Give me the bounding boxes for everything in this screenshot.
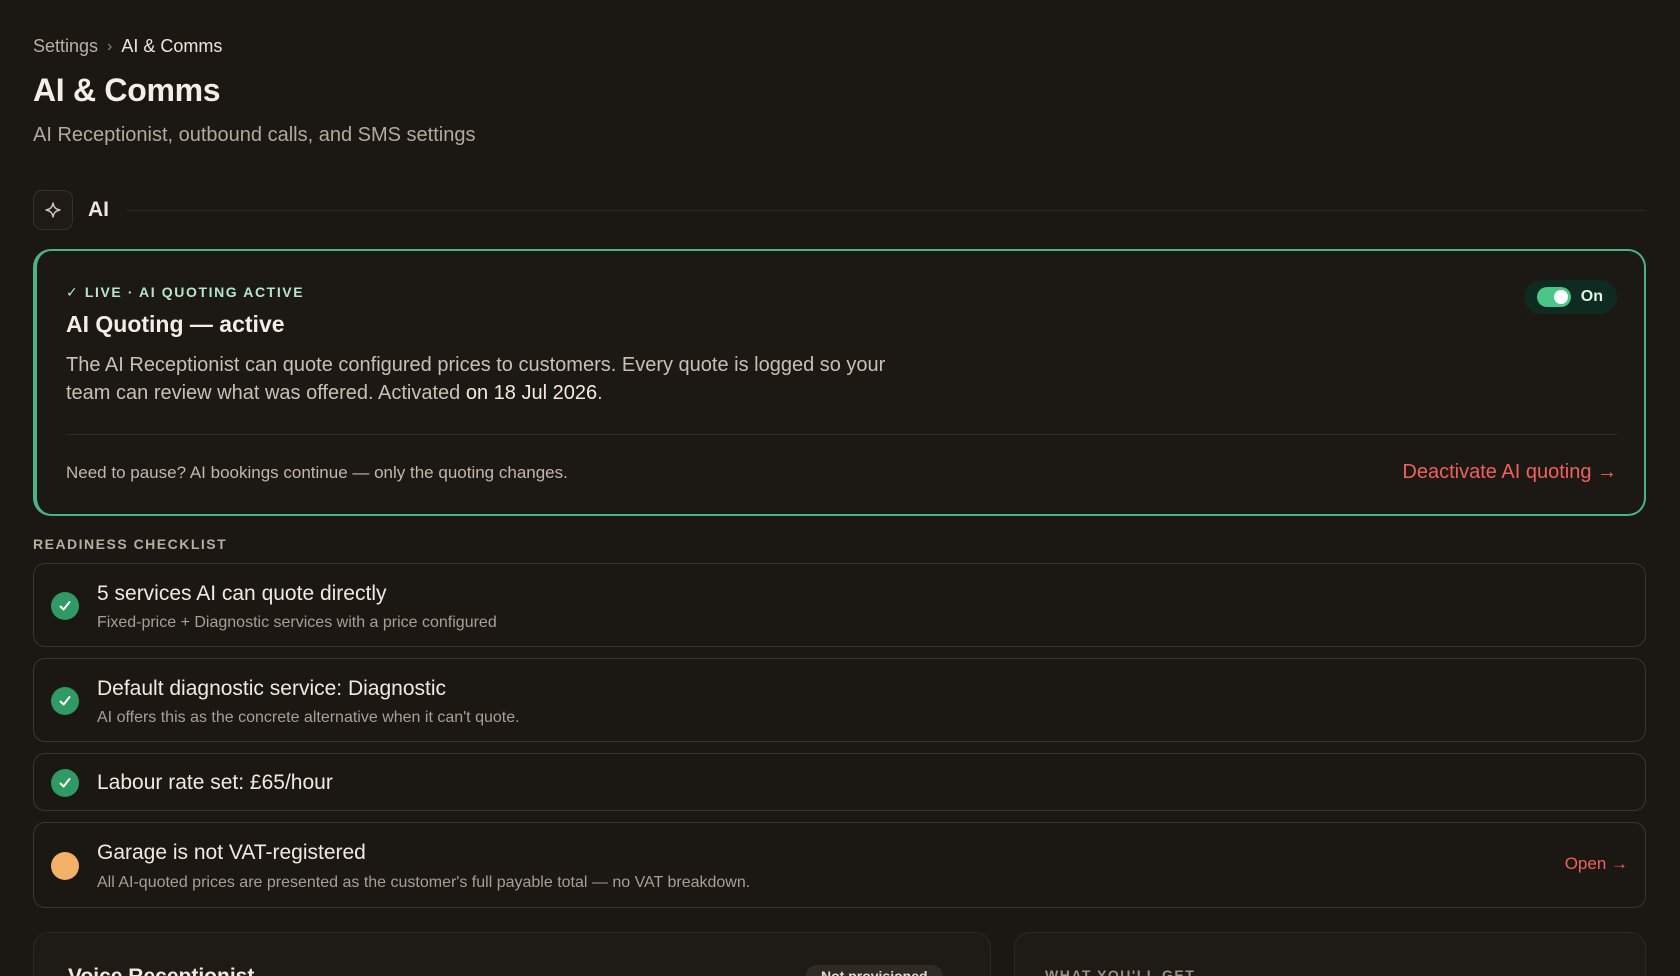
activated-date: on 18 Jul 2026 xyxy=(465,382,598,404)
pause-note: Need to pause? AI bookings continue — on… xyxy=(66,463,568,482)
checklist-item-subtitle: All AI-quoted prices are presented as th… xyxy=(97,874,751,891)
ai-quoting-description: The AI Receptionist can quote configured… xyxy=(66,351,886,407)
open-vat-settings-link[interactable]: Open → xyxy=(1565,854,1628,874)
section-title: AI xyxy=(88,198,109,221)
breadcrumb-settings-link[interactable]: Settings xyxy=(33,36,98,57)
live-status-tag: ✓ LIVE · AI QUOTING ACTIVE xyxy=(66,284,305,300)
checklist-item-vat: Garage is not VAT-registered All AI-quot… xyxy=(33,822,1646,908)
description-end: . xyxy=(597,382,603,404)
voice-receptionist-title: Voice Receptionist xyxy=(68,965,254,976)
toggle-switch[interactable] xyxy=(1536,287,1571,307)
breadcrumb-current: AI & Comms xyxy=(121,36,223,56)
what-you-get-label: WHAT YOU'LL GET xyxy=(1045,967,1196,976)
checklist-item-subtitle: Fixed-price + Diagnostic services with a… xyxy=(97,614,497,631)
checklist-item-diagnostic: Default diagnostic service: Diagnostic A… xyxy=(33,658,1646,742)
page-subtitle: AI Receptionist, outbound calls, and SMS… xyxy=(33,124,476,146)
ai-quoting-toggle[interactable]: On xyxy=(1523,280,1617,314)
card-divider xyxy=(66,434,1617,435)
warning-dot-icon xyxy=(51,852,79,880)
section-divider xyxy=(127,209,1646,211)
checklist-item-title: Default diagnostic service: Diagnostic xyxy=(97,677,447,700)
sparkle-icon xyxy=(33,190,73,230)
checklist-item-labour-rate: Labour rate set: £65/hour xyxy=(33,753,1646,811)
check-icon xyxy=(51,769,79,797)
ai-quoting-title: AI Quoting — active xyxy=(66,311,285,337)
what-you-get-card: WHAT YOU'LL GET xyxy=(1014,932,1646,976)
checklist-item-title: Labour rate set: £65/hour xyxy=(97,771,333,794)
check-icon xyxy=(51,687,79,715)
check-icon xyxy=(51,592,79,620)
chevron-right-icon: › xyxy=(107,37,113,55)
provision-status-badge: Not provisioned xyxy=(806,965,943,976)
deactivate-ai-quoting-link[interactable]: Deactivate AI quoting → xyxy=(1402,461,1617,484)
checklist-item-title: Garage is not VAT-registered xyxy=(97,841,366,864)
page-title: AI & Comms xyxy=(33,72,221,108)
toggle-label: On xyxy=(1580,288,1603,305)
checklist-item-subtitle: AI offers this as the concrete alternati… xyxy=(97,709,520,726)
checklist-item-title: 5 services AI can quote directly xyxy=(97,582,387,605)
breadcrumb: Settings › AI & Comms xyxy=(33,36,222,57)
ai-quoting-card: ✓ LIVE · AI QUOTING ACTIVE AI Quoting — … xyxy=(33,249,1646,516)
toggle-knob xyxy=(1553,290,1568,304)
checklist-item-services: 5 services AI can quote directly Fixed-p… xyxy=(33,563,1646,647)
readiness-checklist-label: READINESS CHECKLIST xyxy=(33,536,228,552)
voice-receptionist-card: Voice Receptionist Not provisioned xyxy=(33,932,991,976)
section-header-ai: AI xyxy=(33,190,1646,230)
